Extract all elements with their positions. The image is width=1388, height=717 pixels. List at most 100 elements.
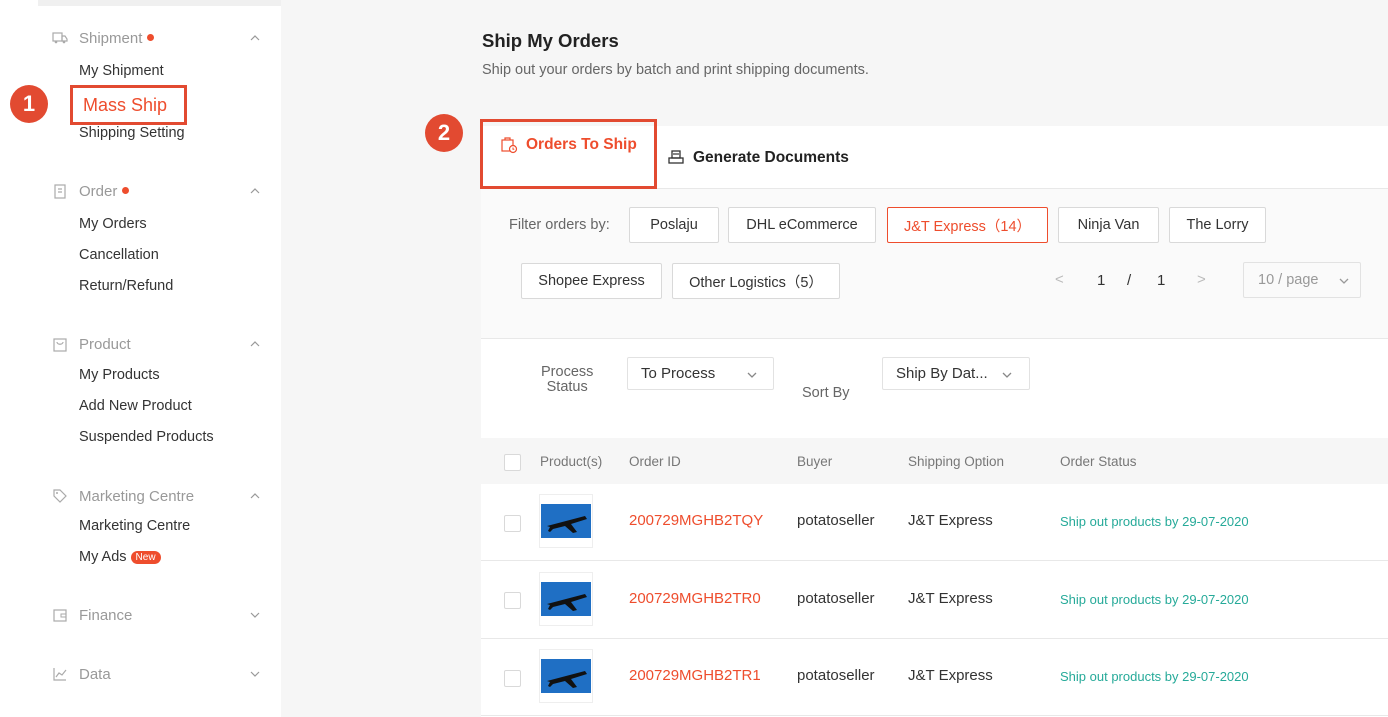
buyer-name: potatoseller	[797, 512, 875, 529]
filter-chip-other-logistics[interactable]: Other Logistics（5）	[672, 263, 840, 299]
shipping-option: J&T Express	[908, 667, 993, 684]
sidebar-section-title: Data	[79, 666, 111, 683]
column-header-buyer: Buyer	[797, 454, 833, 469]
pager-next-icon[interactable]: >	[1197, 271, 1206, 288]
order-id-link[interactable]: 200729MGHB2TR1	[629, 667, 761, 684]
product-thumbnail	[539, 494, 593, 548]
sidebar-section-header-marketing[interactable]: Marketing Centre	[38, 486, 281, 508]
sidebar-item-marketing-centre[interactable]: Marketing Centre	[79, 518, 190, 534]
chevron-up-icon[interactable]	[248, 489, 262, 503]
process-label-line2: Status	[546, 379, 588, 395]
product-thumbnail	[539, 649, 593, 703]
pager-prev-icon[interactable]: <	[1055, 271, 1064, 288]
airplane-image	[541, 582, 591, 616]
sidebar-section-header-shipment[interactable]: Shipment	[38, 28, 281, 50]
buyer-name: potatoseller	[797, 590, 875, 607]
sort-by-value: Ship By Dat...	[896, 365, 988, 382]
sidebar-item-my-ads[interactable]: My Ads New	[79, 549, 161, 565]
per-page-value: 10 / page	[1258, 272, 1319, 288]
table-row[interactable]: 200729MGHB2TR1 potatoseller J&T Express …	[481, 639, 1388, 716]
sidebar-item-add-new-product[interactable]: Add New Product	[79, 398, 192, 414]
chevron-down-icon[interactable]	[248, 608, 262, 622]
per-page-select[interactable]: 10 / page	[1243, 262, 1361, 298]
filter-chip-shopee-express[interactable]: Shopee Express	[521, 263, 662, 299]
tab-generate-documents[interactable]: Generate Documents	[667, 149, 849, 167]
chevron-up-icon[interactable]	[248, 184, 262, 198]
notification-dot	[122, 187, 130, 194]
process-filter-area: Process Status To Process Sort By Ship B…	[481, 339, 1388, 438]
wallet-icon	[53, 609, 67, 622]
order-status: Ship out products by 29-07-2020	[1060, 514, 1249, 529]
sidebar-section-title: Order	[79, 183, 130, 200]
bag-icon	[53, 338, 67, 352]
product-thumbnail	[539, 572, 593, 626]
pager-current: 1	[1097, 272, 1106, 289]
select-all-checkbox[interactable]	[504, 454, 521, 471]
sidebar-item-my-shipment[interactable]: My Shipment	[79, 63, 164, 79]
pager-separator: /	[1127, 272, 1132, 289]
row-checkbox[interactable]	[504, 515, 521, 532]
chevron-down-icon	[747, 372, 757, 378]
sidebar-section-header-product[interactable]: Product	[38, 334, 281, 356]
order-id-link[interactable]: 200729MGHB2TR0	[629, 590, 761, 607]
airplane-image	[541, 659, 591, 693]
sidebar-section-title: Marketing Centre	[79, 488, 195, 505]
filter-chip-jt-express[interactable]: J&T Express（14）	[887, 207, 1048, 243]
sidebar-section-title: Finance	[79, 607, 133, 624]
table-header: Product(s) Order ID Buyer Shipping Optio…	[481, 438, 1388, 484]
filter-chip-the-lorry[interactable]: The Lorry	[1169, 207, 1266, 243]
airplane-image	[541, 504, 591, 538]
chevron-down-icon[interactable]	[248, 667, 262, 681]
printer-icon	[668, 150, 684, 164]
process-status-select[interactable]: To Process	[627, 357, 774, 390]
chevron-up-icon[interactable]	[248, 31, 262, 45]
order-status: Ship out products by 29-07-2020	[1060, 592, 1249, 607]
sidebar-item-return-refund[interactable]: Return/Refund	[79, 278, 173, 294]
order-id-link[interactable]: 200729MGHB2TQY	[629, 512, 763, 529]
chart-icon	[53, 668, 67, 681]
filter-area: Filter orders by: Poslaju DHL eCommerce …	[481, 189, 1388, 339]
sidebar-section-header-data[interactable]: Data	[38, 664, 281, 686]
step-1-badge: 1	[10, 85, 48, 123]
column-header-order-id: Order ID	[629, 454, 681, 469]
sidebar-shipment-label: Shipment	[79, 30, 143, 47]
sort-by-select[interactable]: Ship By Dat...	[882, 357, 1030, 390]
column-header-shipping-option: Shipping Option	[908, 454, 1005, 469]
table-row[interactable]: 200729MGHB2TQY potatoseller J&T Express …	[481, 484, 1388, 561]
sidebar-section-header-order[interactable]: Order	[38, 181, 281, 203]
step-2-badge: 2	[425, 114, 463, 152]
sidebar-section-shipment: Shipment	[38, 28, 281, 50]
page-subtitle: Ship out your orders by batch and print …	[482, 62, 869, 78]
process-label-line1: Process	[541, 364, 594, 380]
sidebar-item-my-products[interactable]: My Products	[79, 367, 160, 383]
truck-icon	[52, 32, 68, 44]
new-badge: New	[130, 551, 161, 564]
sidebar-section-finance: Finance	[38, 605, 281, 627]
filter-chip-poslaju[interactable]: Poslaju	[629, 207, 719, 243]
filter-chip-dhl[interactable]: DHL eCommerce	[728, 207, 876, 243]
chevron-up-icon[interactable]	[248, 337, 262, 351]
table-row[interactable]: 200729MGHB2TR0 potatoseller J&T Express …	[481, 562, 1388, 639]
sidebar-item-shipping-setting[interactable]: Shipping Setting	[79, 125, 185, 141]
pager-total: 1	[1157, 272, 1166, 289]
row-checkbox[interactable]	[504, 670, 521, 687]
sidebar-section-title: Product	[79, 336, 131, 353]
sidebar-section-title: Shipment	[79, 30, 155, 47]
sidebar-order-label: Order	[79, 183, 118, 200]
sort-by-label: Sort By	[802, 385, 850, 401]
column-header-products: Product(s)	[540, 454, 603, 469]
sidebar-item-cancellation[interactable]: Cancellation	[79, 247, 159, 263]
row-checkbox[interactable]	[504, 592, 521, 609]
shipping-option: J&T Express	[908, 590, 993, 607]
order-status: Ship out products by 29-07-2020	[1060, 669, 1249, 684]
sidebar-section-header-finance[interactable]: Finance	[38, 605, 281, 627]
filter-chip-ninja-van[interactable]: Ninja Van	[1058, 207, 1159, 243]
orders-to-ship-highlight-box	[480, 119, 657, 189]
sidebar-item-suspended-products[interactable]: Suspended Products	[79, 429, 214, 445]
sidebar-section-data: Data	[38, 664, 281, 686]
page-title: Ship My Orders	[482, 30, 619, 51]
tab-docs-label: Generate Documents	[693, 149, 849, 166]
sidebar-section-marketing: Marketing Centre	[38, 486, 281, 508]
buyer-name: potatoseller	[797, 667, 875, 684]
sidebar-item-my-orders[interactable]: My Orders	[79, 216, 147, 232]
